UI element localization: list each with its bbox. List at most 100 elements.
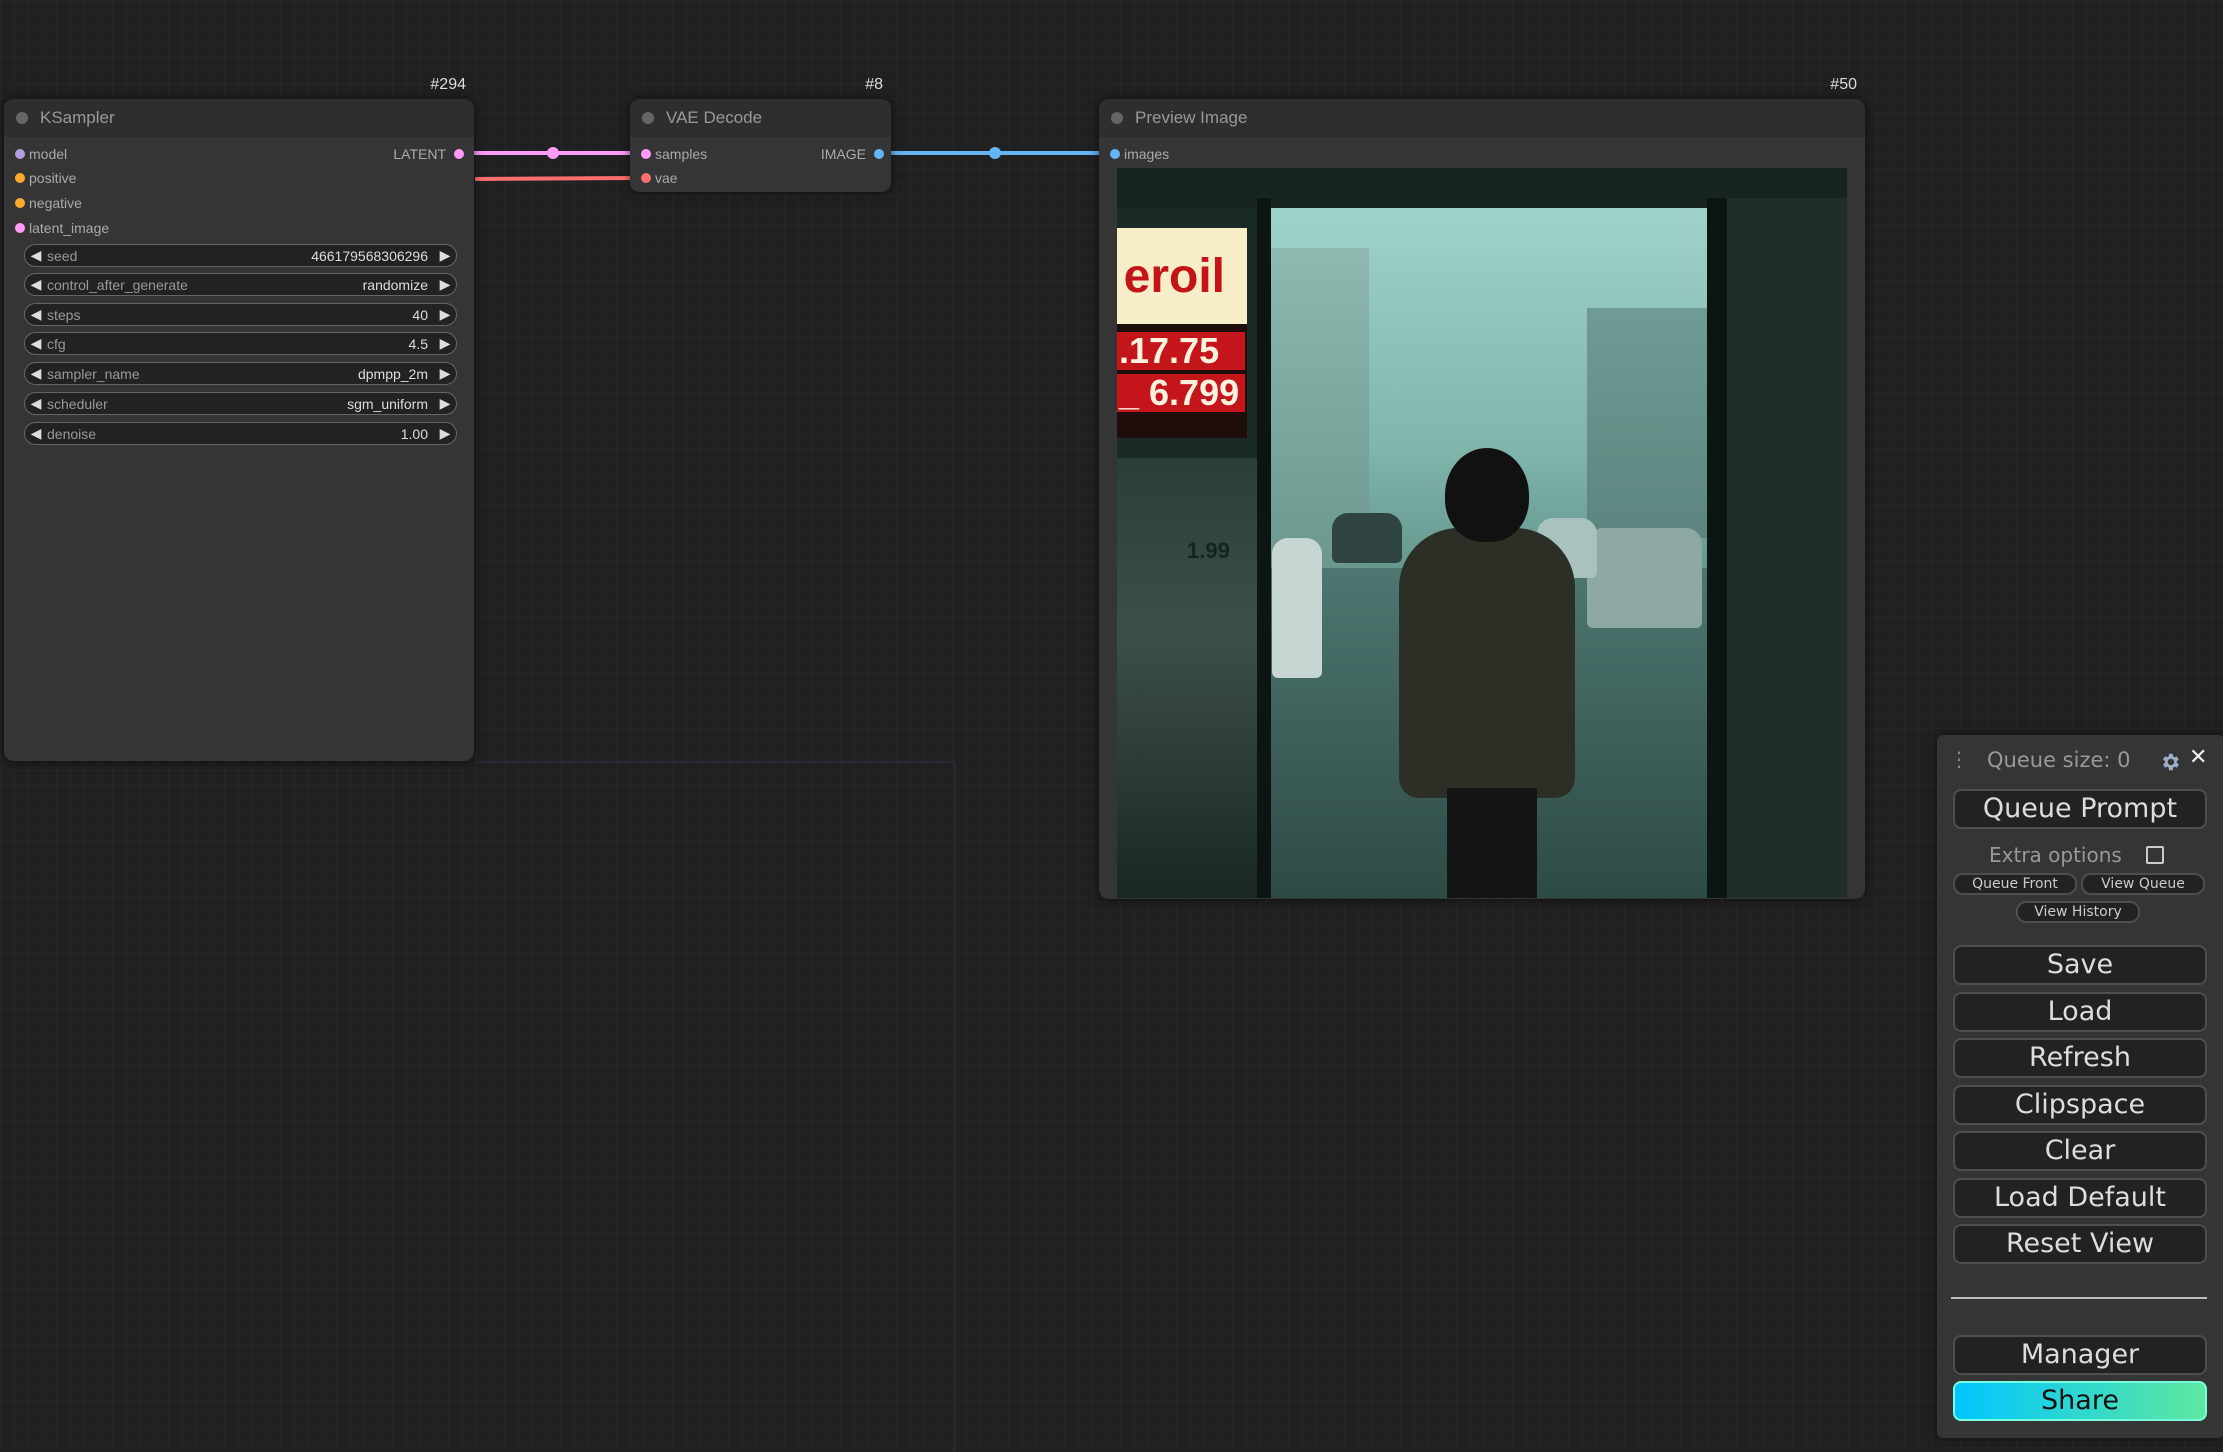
widget-scheduler[interactable]: ◀ scheduler sgm_uniform ▶ (24, 392, 457, 415)
reset-view-button[interactable]: Reset View (1953, 1224, 2207, 1264)
scene-shop-wall (1117, 458, 1257, 898)
slot-label: images (1124, 146, 1170, 162)
queue-prompt-button[interactable]: Queue Prompt (1953, 789, 2207, 829)
load-button[interactable]: Load (1953, 992, 2207, 1032)
image-wire-midpoint[interactable] (989, 147, 1001, 159)
increment-arrow-icon[interactable]: ▶ (434, 395, 456, 412)
manager-button[interactable]: Manager (1953, 1335, 2207, 1375)
view-history-button[interactable]: View History (2016, 901, 2140, 923)
widget-name: steps (47, 306, 81, 323)
widget-sampler-name[interactable]: ◀ sampler_name dpmpp_2m ▶ (24, 362, 457, 385)
model-slot-dot-icon[interactable] (15, 149, 25, 159)
collapse-dot-icon[interactable] (16, 112, 28, 124)
widget-value[interactable]: sgm_uniform (347, 396, 428, 412)
input-slot-model[interactable]: model (15, 144, 68, 164)
widget-value[interactable]: randomize (363, 277, 428, 293)
slot-label: negative (29, 195, 82, 211)
scene-person-head (1445, 448, 1529, 542)
positive-slot-dot-icon[interactable] (15, 173, 25, 183)
increment-arrow-icon[interactable]: ▶ (434, 335, 456, 352)
input-slot-images[interactable]: images (1110, 144, 1170, 164)
slot-label: vae (655, 170, 678, 186)
vae-decode-node[interactable]: VAE Decode #8 samples vae IMAGE (630, 76, 891, 192)
widget-denoise[interactable]: ◀ denoise 1.00 ▶ (24, 422, 457, 445)
decrement-arrow-icon[interactable]: ◀ (25, 395, 47, 412)
clear-button[interactable]: Clear (1953, 1131, 2207, 1171)
extra-options-checkbox[interactable] (2146, 846, 2164, 864)
decrement-arrow-icon[interactable]: ◀ (25, 247, 47, 264)
image-output-dot-icon[interactable] (874, 149, 884, 159)
increment-arrow-icon[interactable]: ▶ (434, 247, 456, 264)
ksampler-node[interactable]: KSampler #294 model positive negative la… (4, 76, 474, 761)
input-slot-negative[interactable]: negative (15, 193, 82, 213)
slot-label: latent_image (29, 220, 110, 236)
menu-divider (1951, 1297, 2207, 1299)
widget-value[interactable]: 466179568306296 (311, 248, 428, 264)
widget-value[interactable]: 1.00 (401, 426, 428, 442)
widget-value[interactable]: 4.5 (409, 336, 428, 352)
input-slot-positive[interactable]: positive (15, 168, 76, 188)
preview-image[interactable]: eroil .17.75 _ 6.799 1.99 (1117, 168, 1847, 898)
samples-slot-dot-icon[interactable] (641, 149, 651, 159)
latent-output-dot-icon[interactable] (454, 149, 464, 159)
gear-icon[interactable] (2159, 751, 2181, 773)
collapse-dot-icon[interactable] (1111, 112, 1123, 124)
queue-front-button[interactable]: Queue Front (1953, 873, 2077, 895)
widget-seed[interactable]: ◀ seed 466179568306296 ▶ (24, 244, 457, 267)
scene-wall-right (1727, 198, 1847, 898)
node-title: Preview Image (1135, 108, 1248, 127)
node-id: #50 (1830, 76, 1857, 93)
widget-control-after-generate[interactable]: ◀ control_after_generate randomize ▶ (24, 273, 457, 296)
scene-door-frame-left (1257, 198, 1271, 898)
side-menu: ⋮ Queue size: 0 ✕ Queue Prompt Extra opt… (1937, 735, 2223, 1438)
share-button[interactable]: Share (1953, 1381, 2207, 1421)
widget-steps[interactable]: ◀ steps 40 ▶ (24, 303, 457, 326)
widget-name: control_after_generate (47, 276, 188, 293)
drag-handle-icon[interactable]: ⋮ (1949, 747, 1969, 771)
negative-slot-dot-icon[interactable] (15, 198, 25, 208)
scene-building-right (1587, 308, 1707, 538)
scene-car (1332, 513, 1402, 563)
increment-arrow-icon[interactable]: ▶ (434, 365, 456, 382)
widget-value[interactable]: 40 (412, 307, 428, 323)
input-slot-vae[interactable]: vae (641, 168, 678, 188)
vae-wire (474, 176, 643, 181)
input-slot-samples[interactable]: samples (641, 144, 708, 164)
load-default-button[interactable]: Load Default (1953, 1178, 2207, 1218)
widget-value[interactable]: dpmpp_2m (358, 366, 428, 382)
view-queue-button[interactable]: View Queue (2081, 873, 2205, 895)
output-slot-image[interactable]: IMAGE (820, 144, 884, 164)
decrement-arrow-icon[interactable]: ◀ (25, 365, 47, 382)
clipspace-button[interactable]: Clipspace (1953, 1085, 2207, 1125)
output-slot-latent[interactable]: LATENT (393, 144, 464, 164)
decrement-arrow-icon[interactable]: ◀ (25, 425, 47, 442)
slot-label: IMAGE (820, 146, 866, 162)
collapse-dot-icon[interactable] (642, 112, 654, 124)
vae-slot-dot-icon[interactable] (641, 173, 651, 183)
widget-cfg[interactable]: ◀ cfg 4.5 ▶ (24, 332, 457, 355)
node-title: KSampler (40, 108, 115, 127)
increment-arrow-icon[interactable]: ▶ (434, 306, 456, 323)
widget-name: denoise (47, 425, 97, 442)
input-slot-latent-image[interactable]: latent_image (15, 218, 110, 238)
vae-decode-header[interactable]: VAE Decode #8 (630, 76, 891, 137)
latent-image-slot-dot-icon[interactable] (15, 223, 25, 233)
scene-door-frame-right (1707, 198, 1727, 898)
save-button[interactable]: Save (1953, 945, 2207, 985)
close-icon[interactable]: ✕ (2189, 745, 2207, 770)
decrement-arrow-icon[interactable]: ◀ (25, 335, 47, 352)
slot-label: model (29, 146, 68, 162)
increment-arrow-icon[interactable]: ▶ (434, 425, 456, 442)
images-slot-dot-icon[interactable] (1110, 149, 1120, 159)
ksampler-header[interactable]: KSampler #294 (4, 76, 474, 137)
decrement-arrow-icon[interactable]: ◀ (25, 306, 47, 323)
preview-image-header[interactable]: Preview Image #50 (1099, 76, 1865, 137)
refresh-button[interactable]: Refresh (1953, 1038, 2207, 1078)
decrement-arrow-icon[interactable]: ◀ (25, 276, 47, 293)
sign-price-2: _ 6.799 (1117, 374, 1245, 412)
increment-arrow-icon[interactable]: ▶ (434, 276, 456, 293)
latent-wire-midpoint[interactable] (547, 147, 559, 159)
scene-car (1272, 538, 1322, 678)
sign-brand: eroil (1117, 228, 1247, 324)
slot-label: samples (655, 146, 708, 162)
